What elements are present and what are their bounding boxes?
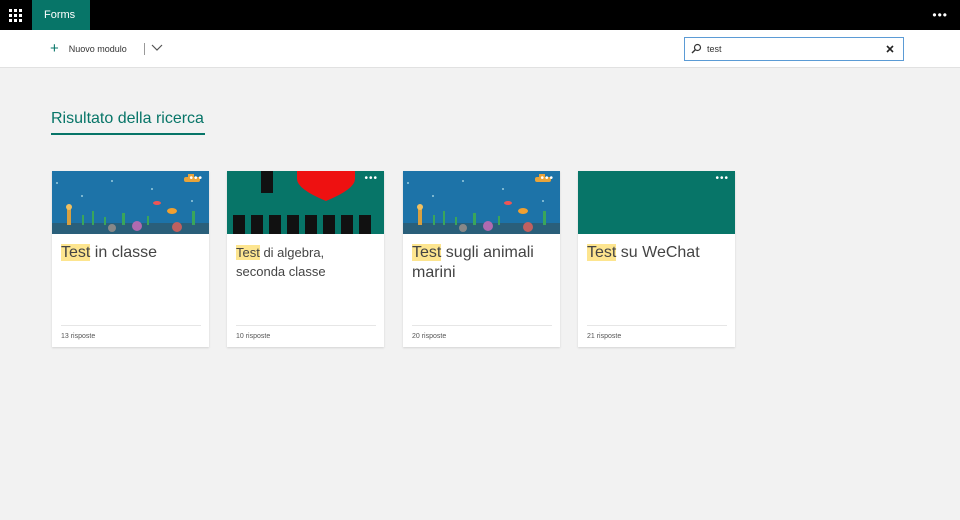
- search-highlight: Test: [61, 244, 91, 261]
- form-card[interactable]: ••• Test su WeChat 21 risposte: [578, 171, 735, 347]
- section-title: Risultato della ricerca: [51, 110, 204, 127]
- card-thumbnail: [578, 171, 735, 234]
- card-title-text: in classe: [90, 244, 158, 261]
- solid-teal-image: [578, 171, 735, 234]
- response-count: 21 risposte: [587, 333, 622, 340]
- underwater-image: [403, 171, 560, 234]
- card-title-text: su WeChat: [616, 244, 700, 261]
- card-title: Test su WeChat: [587, 243, 727, 263]
- form-card[interactable]: ••• Test sugli animali marini 20 rispost…: [403, 171, 560, 347]
- card-more-icon[interactable]: •••: [364, 173, 378, 185]
- search-highlight: Test: [236, 245, 260, 260]
- app-name[interactable]: Forms: [32, 0, 90, 30]
- clear-search-icon[interactable]: [884, 43, 896, 55]
- more-options-icon[interactable]: •••: [932, 7, 948, 23]
- card-more-icon[interactable]: •••: [715, 173, 729, 185]
- toolbar-divider: [144, 43, 145, 55]
- card-thumbnail: [52, 171, 209, 234]
- response-count: 20 risposte: [412, 333, 447, 340]
- new-form-label: Nuovo modulo: [68, 44, 127, 54]
- card-title: Test in classe: [61, 243, 201, 263]
- search-box: [684, 37, 904, 61]
- waffle-icon: [8, 8, 22, 22]
- section-underline: [51, 133, 205, 135]
- response-count: 10 risposte: [236, 333, 271, 340]
- card-more-icon[interactable]: •••: [540, 173, 554, 185]
- card-title: Test sugli animali marini: [412, 243, 552, 283]
- search-icon: [691, 43, 702, 54]
- new-form-button[interactable]: + Nuovo modulo: [50, 39, 127, 59]
- chevron-down-icon[interactable]: [150, 41, 164, 55]
- app-launcher-button[interactable]: [0, 0, 30, 30]
- plus-icon: +: [50, 40, 59, 57]
- card-thumbnail: [227, 171, 384, 234]
- form-card[interactable]: ••• Test in classe 13 risposte: [52, 171, 209, 347]
- search-highlight: Test: [412, 244, 442, 261]
- card-divider: [587, 325, 727, 326]
- card-divider: [61, 325, 201, 326]
- form-card[interactable]: ••• Test di algebra, seconda classe 10 r…: [227, 171, 384, 347]
- response-count: 13 risposte: [61, 333, 96, 340]
- card-more-icon[interactable]: •••: [189, 173, 203, 185]
- top-bar: Forms •••: [0, 0, 960, 30]
- card-divider: [236, 325, 376, 326]
- card-thumbnail: [403, 171, 560, 234]
- underwater-image: [52, 171, 209, 234]
- search-highlight: Test: [587, 244, 617, 261]
- card-title: Test di algebra, seconda classe: [236, 243, 376, 281]
- card-divider: [412, 325, 552, 326]
- search-input[interactable]: [707, 41, 877, 57]
- algebra-image: [227, 171, 384, 234]
